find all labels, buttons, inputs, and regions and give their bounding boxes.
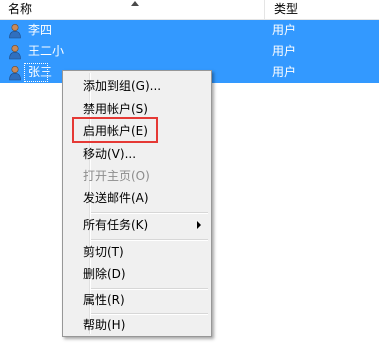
- menu-item-label: 帮助(H): [83, 318, 126, 332]
- menu-item-add-to-group[interactable]: 添加到组(G)...: [65, 75, 209, 97]
- row-name: 王二小: [28, 44, 65, 58]
- menu-item-label: 剪切(T): [83, 245, 124, 259]
- row-type: 用户: [272, 65, 297, 79]
- table-row[interactable]: 王二小 用户: [0, 41, 379, 62]
- menu-item-label: 添加到组(G)...: [83, 79, 162, 93]
- column-header-type-label: 类型: [274, 2, 299, 16]
- column-header-name-label: 名称: [8, 2, 33, 16]
- menu-item-open-home-page: 打开主页(O): [65, 165, 209, 187]
- menu-item-help[interactable]: 帮助(H): [65, 314, 209, 336]
- menu-item-delete[interactable]: 删除(D): [65, 263, 209, 285]
- user-icon: [9, 44, 21, 60]
- menu-item-label: 属性(R): [83, 293, 125, 307]
- menu-item-label: 删除(D): [83, 267, 126, 281]
- row-name: 张三: [28, 65, 53, 79]
- user-list-window: 名称 类型 李四 用户 王二小 用户 张三 用户 添加到组(G)... 禁用帐户…: [0, 0, 379, 362]
- user-icon: [9, 23, 21, 39]
- row-name: 李四: [28, 23, 53, 37]
- menu-item-send-mail[interactable]: 发送邮件(A): [65, 187, 209, 209]
- menu-item-properties[interactable]: 属性(R): [65, 289, 209, 311]
- context-menu: 添加到组(G)... 禁用帐户(S) 启用帐户(E) 移动(V)... 打开主页…: [62, 70, 212, 337]
- user-icon: [9, 65, 21, 81]
- menu-item-label: 发送邮件(A): [83, 191, 149, 205]
- menu-item-move[interactable]: 移动(V)...: [65, 143, 209, 165]
- menu-item-cut[interactable]: 剪切(T): [65, 241, 209, 263]
- column-header-type[interactable]: 类型: [266, 0, 379, 19]
- menu-item-label: 移动(V)...: [83, 147, 137, 161]
- submenu-arrow-icon: [197, 221, 201, 229]
- sort-ascending-icon: [131, 1, 139, 6]
- menu-item-label: 打开主页(O): [83, 169, 150, 183]
- menu-item-all-tasks[interactable]: 所有任务(K): [65, 214, 209, 236]
- row-type: 用户: [272, 44, 297, 58]
- menu-item-label: 所有任务(K): [83, 218, 149, 232]
- highlight-annotation-box: [72, 117, 158, 143]
- list-header: 名称 类型: [0, 0, 379, 20]
- row-type: 用户: [272, 23, 297, 37]
- table-row[interactable]: 李四 用户: [0, 20, 379, 41]
